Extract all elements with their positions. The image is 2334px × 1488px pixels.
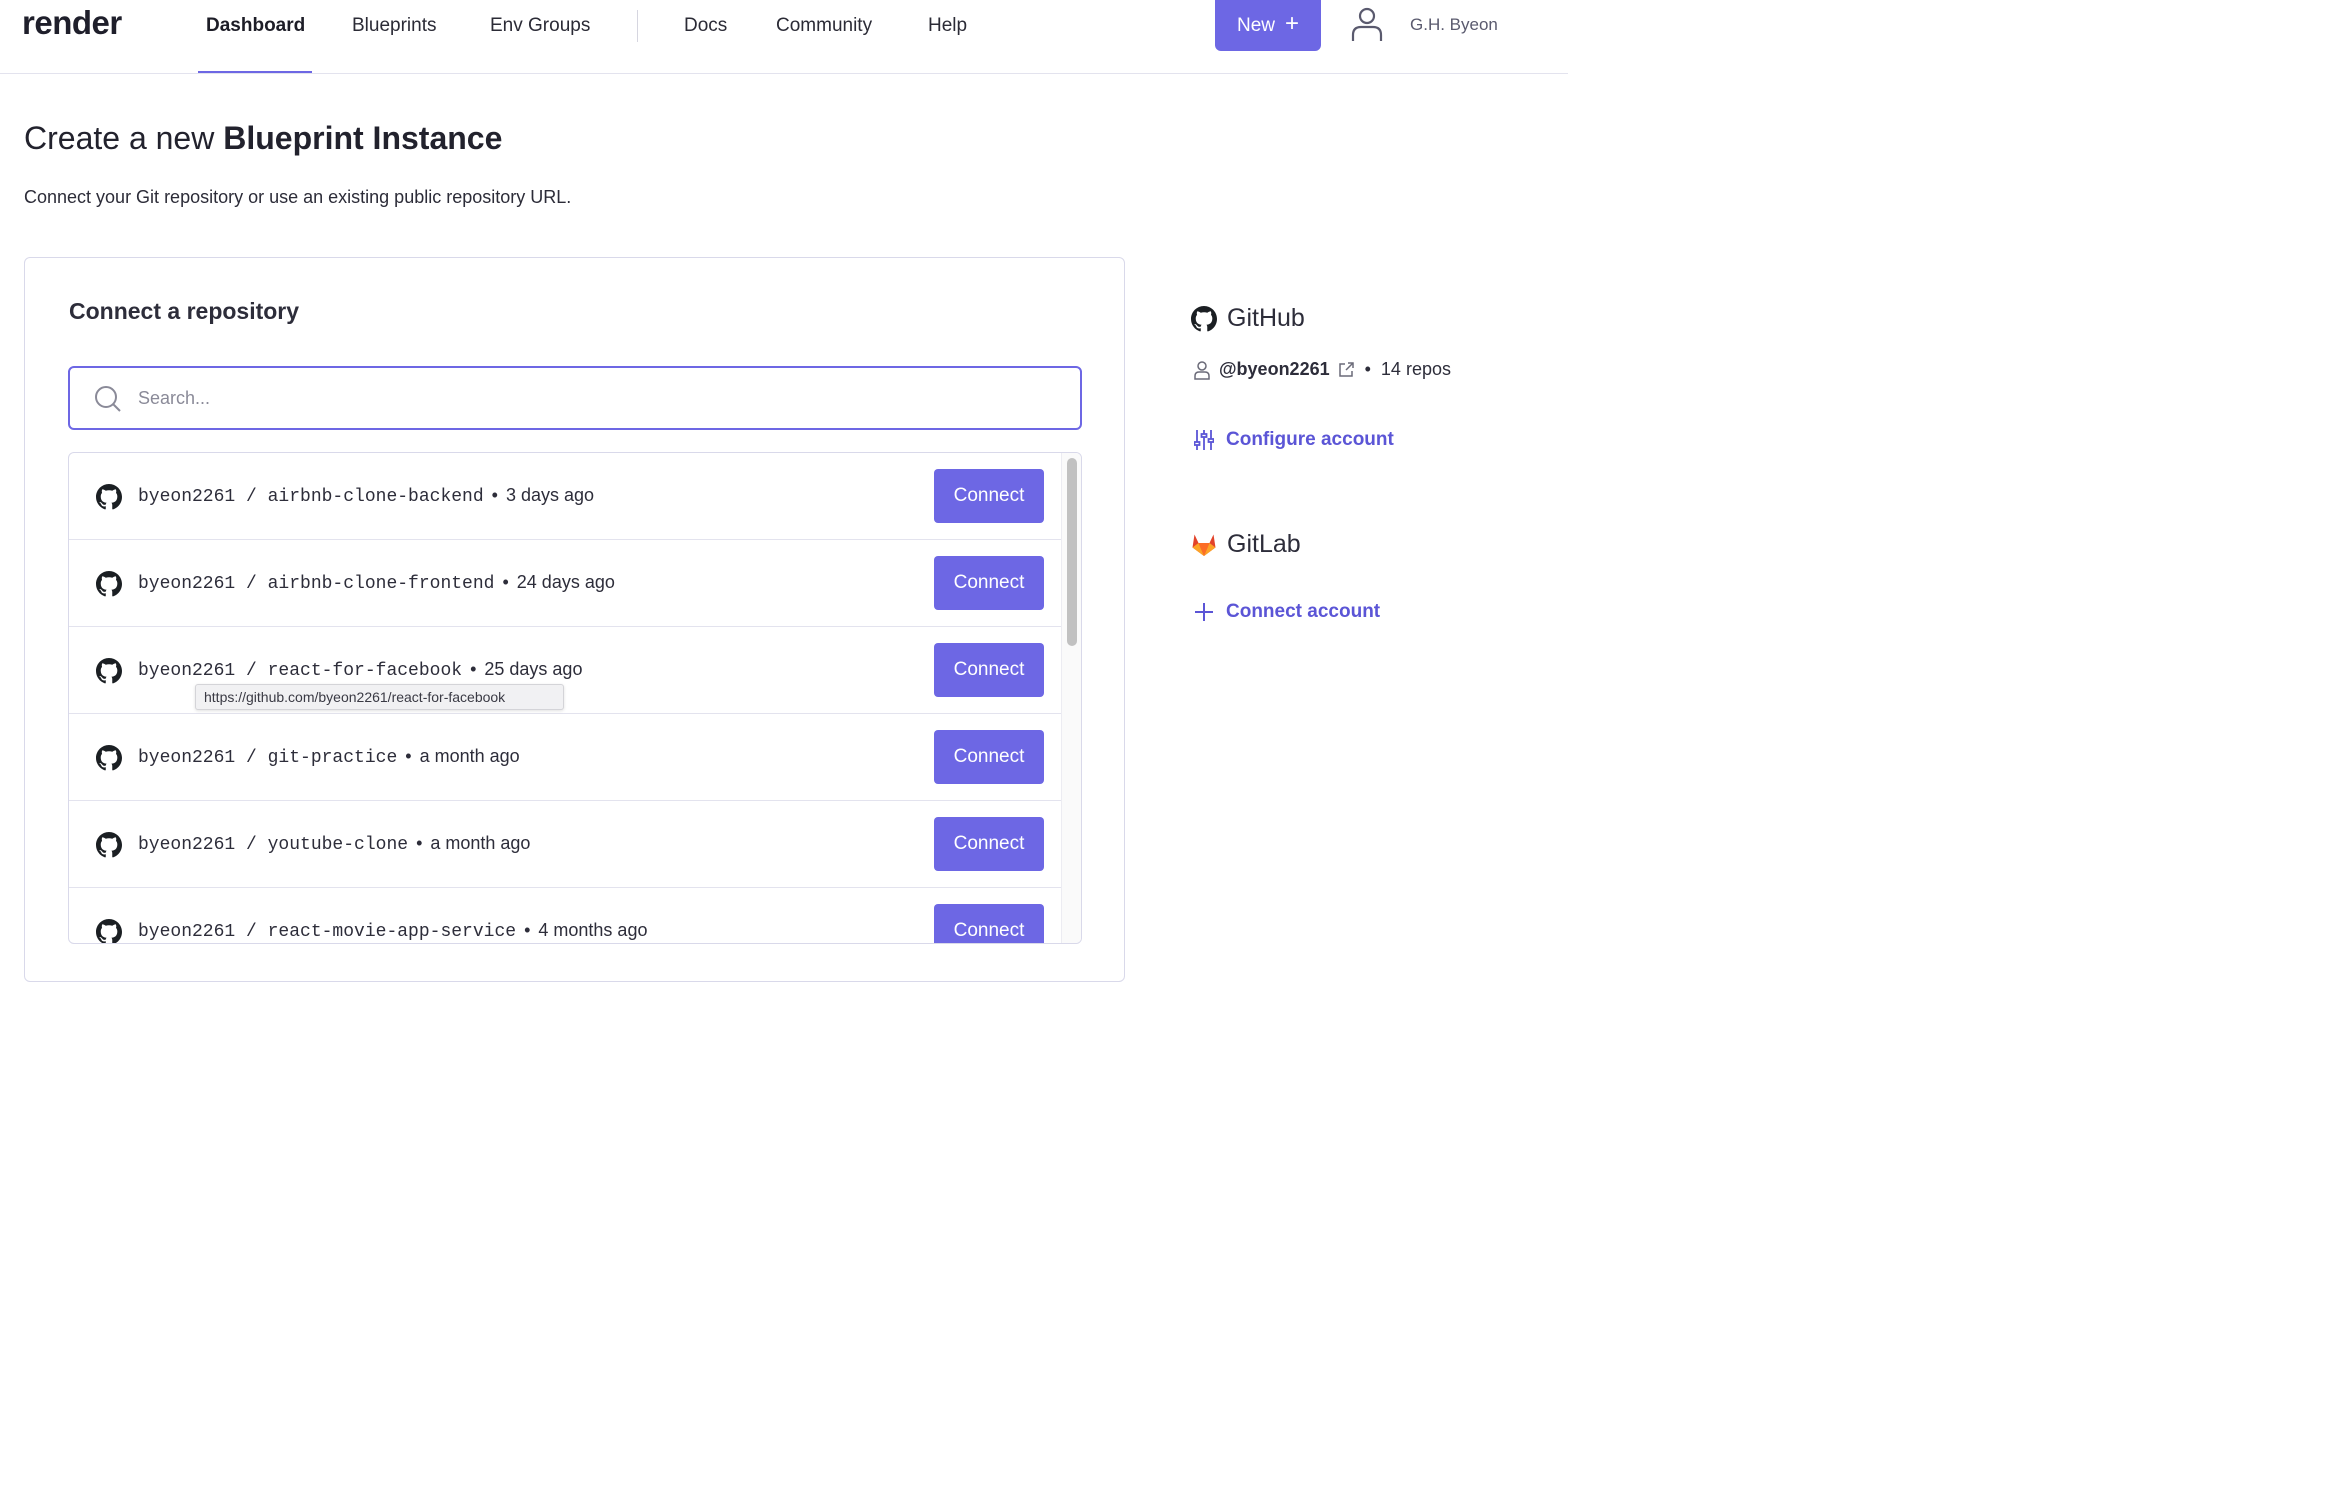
user-icon xyxy=(1194,360,1210,380)
connect-gitlab-account-link[interactable]: Connect account xyxy=(1194,601,1380,623)
repo-owner: byeon2261 xyxy=(138,487,236,507)
scrollbar-thumb[interactable] xyxy=(1067,458,1077,646)
github-title: GitHub xyxy=(1227,304,1305,332)
connect-button[interactable]: Connect xyxy=(934,904,1044,943)
card-title: Connect a repository xyxy=(69,298,300,324)
top-navigation: render Dashboard Blueprints Env Groups D… xyxy=(0,0,1568,74)
github-provider-title: GitHub xyxy=(1191,304,1305,333)
repo-name[interactable]: react-movie-app-service xyxy=(268,922,516,942)
user-name[interactable]: G.H. Byeon xyxy=(1410,15,1498,35)
repo-text: byeon2261 / airbnb-clone-backend • 3 days … xyxy=(138,485,595,507)
github-repo-count: 14 repos xyxy=(1380,359,1451,379)
nav-community[interactable]: Community xyxy=(776,14,872,38)
github-icon xyxy=(96,484,122,510)
connect-account-label: Connect account xyxy=(1226,601,1381,622)
configure-account-label: Configure account xyxy=(1226,429,1394,450)
github-icon xyxy=(96,832,122,858)
repo-name[interactable]: airbnb-clone-frontend xyxy=(268,574,495,594)
new-button-label: New xyxy=(1236,14,1275,36)
github-icon xyxy=(96,571,122,597)
github-icon xyxy=(96,919,122,943)
connect-button[interactable]: Connect xyxy=(934,556,1044,610)
external-link-icon[interactable] xyxy=(1338,361,1355,378)
repo-text: byeon2261 / airbnb-clone-frontend • 24 day… xyxy=(138,572,615,594)
repo-text: byeon2261 / react-movie-app-service • 4 mo… xyxy=(138,920,648,942)
github-account-line: @byeon2261 • 14 repos xyxy=(1193,359,1451,380)
repo-row: byeon2261 / airbnb-clone-frontend • 24 day… xyxy=(69,540,1061,627)
connect-button[interactable]: Connect xyxy=(934,730,1044,784)
nav-env-groups[interactable]: Env Groups xyxy=(490,14,590,38)
github-icon xyxy=(1191,305,1217,331)
page-subtitle: Connect your Git repository or use an ex… xyxy=(24,187,572,207)
render-logo[interactable]: render xyxy=(22,4,122,42)
repo-owner: byeon2261 xyxy=(138,574,236,594)
active-tab-indicator xyxy=(198,71,312,73)
configure-account-link[interactable]: Configure account xyxy=(1194,429,1394,451)
search-input[interactable] xyxy=(138,384,1038,412)
repo-text: byeon2261 / youtube-clone • a month ago xyxy=(138,833,531,855)
sliders-icon xyxy=(1194,430,1214,450)
search-icon xyxy=(95,386,121,412)
nav-help[interactable]: Help xyxy=(928,14,967,38)
repo-text: byeon2261 / git-practice • a month ago xyxy=(138,746,520,768)
repository-search[interactable] xyxy=(68,366,1082,430)
plus-icon xyxy=(1195,603,1213,621)
repo-updated: a month ago xyxy=(430,833,531,853)
repo-updated: a month ago xyxy=(419,746,520,766)
plus-icon: + xyxy=(1285,10,1300,37)
repo-url-tooltip: https://github.com/byeon2261/react-for-f… xyxy=(195,684,564,710)
page-title: Create a new Blueprint Instance xyxy=(24,120,502,157)
gitlab-icon xyxy=(1192,534,1216,556)
github-icon xyxy=(96,745,122,771)
connect-button[interactable]: Connect xyxy=(934,817,1044,871)
connect-button[interactable]: Connect xyxy=(934,469,1044,523)
page-title-prefix: Create a new xyxy=(24,120,215,156)
repo-row: byeon2261 / react-movie-app-service • 4 mo… xyxy=(69,888,1061,943)
connect-repository-card: Connect a repository byeon2261 / airbnb-… xyxy=(24,257,1125,982)
user-avatar-icon[interactable] xyxy=(1350,6,1384,42)
repo-owner: byeon2261 xyxy=(138,748,236,768)
nav-divider xyxy=(637,10,638,42)
github-icon xyxy=(96,658,122,684)
repo-name[interactable]: git-practice xyxy=(268,748,398,768)
github-handle[interactable]: @byeon2261 xyxy=(1219,359,1330,380)
list-scrollbar[interactable] xyxy=(1061,453,1081,943)
nav-docs[interactable]: Docs xyxy=(684,14,727,38)
repo-name[interactable]: react-for-facebook xyxy=(268,661,462,681)
nav-blueprints[interactable]: Blueprints xyxy=(352,14,437,38)
repo-row: byeon2261 / youtube-clone • a month ago Co… xyxy=(69,801,1061,888)
repo-updated: 3 days ago xyxy=(505,485,595,505)
repo-updated: 25 days ago xyxy=(484,659,583,679)
connect-button[interactable]: Connect xyxy=(934,643,1044,697)
repo-updated: 24 days ago xyxy=(516,572,615,592)
repo-owner: byeon2261 xyxy=(138,661,236,681)
repo-name[interactable]: airbnb-clone-backend xyxy=(268,487,484,507)
repo-owner: byeon2261 xyxy=(138,835,236,855)
gitlab-provider-title: GitLab xyxy=(1191,530,1301,559)
repo-text: byeon2261 / react-for-facebook • 25 days a… xyxy=(138,659,583,681)
repo-owner: byeon2261 xyxy=(138,922,236,942)
repo-row: byeon2261 / git-practice • a month ago Con… xyxy=(69,714,1061,801)
nav-dashboard[interactable]: Dashboard xyxy=(206,14,305,38)
repo-updated: 4 months ago xyxy=(538,920,648,940)
repo-row: byeon2261 / airbnb-clone-backend • 3 days … xyxy=(69,453,1061,540)
repo-name[interactable]: youtube-clone xyxy=(268,835,408,855)
gitlab-title: GitLab xyxy=(1227,530,1301,558)
page-title-emphasis: Blueprint Instance xyxy=(223,120,503,156)
new-button[interactable]: New + xyxy=(1215,0,1321,51)
